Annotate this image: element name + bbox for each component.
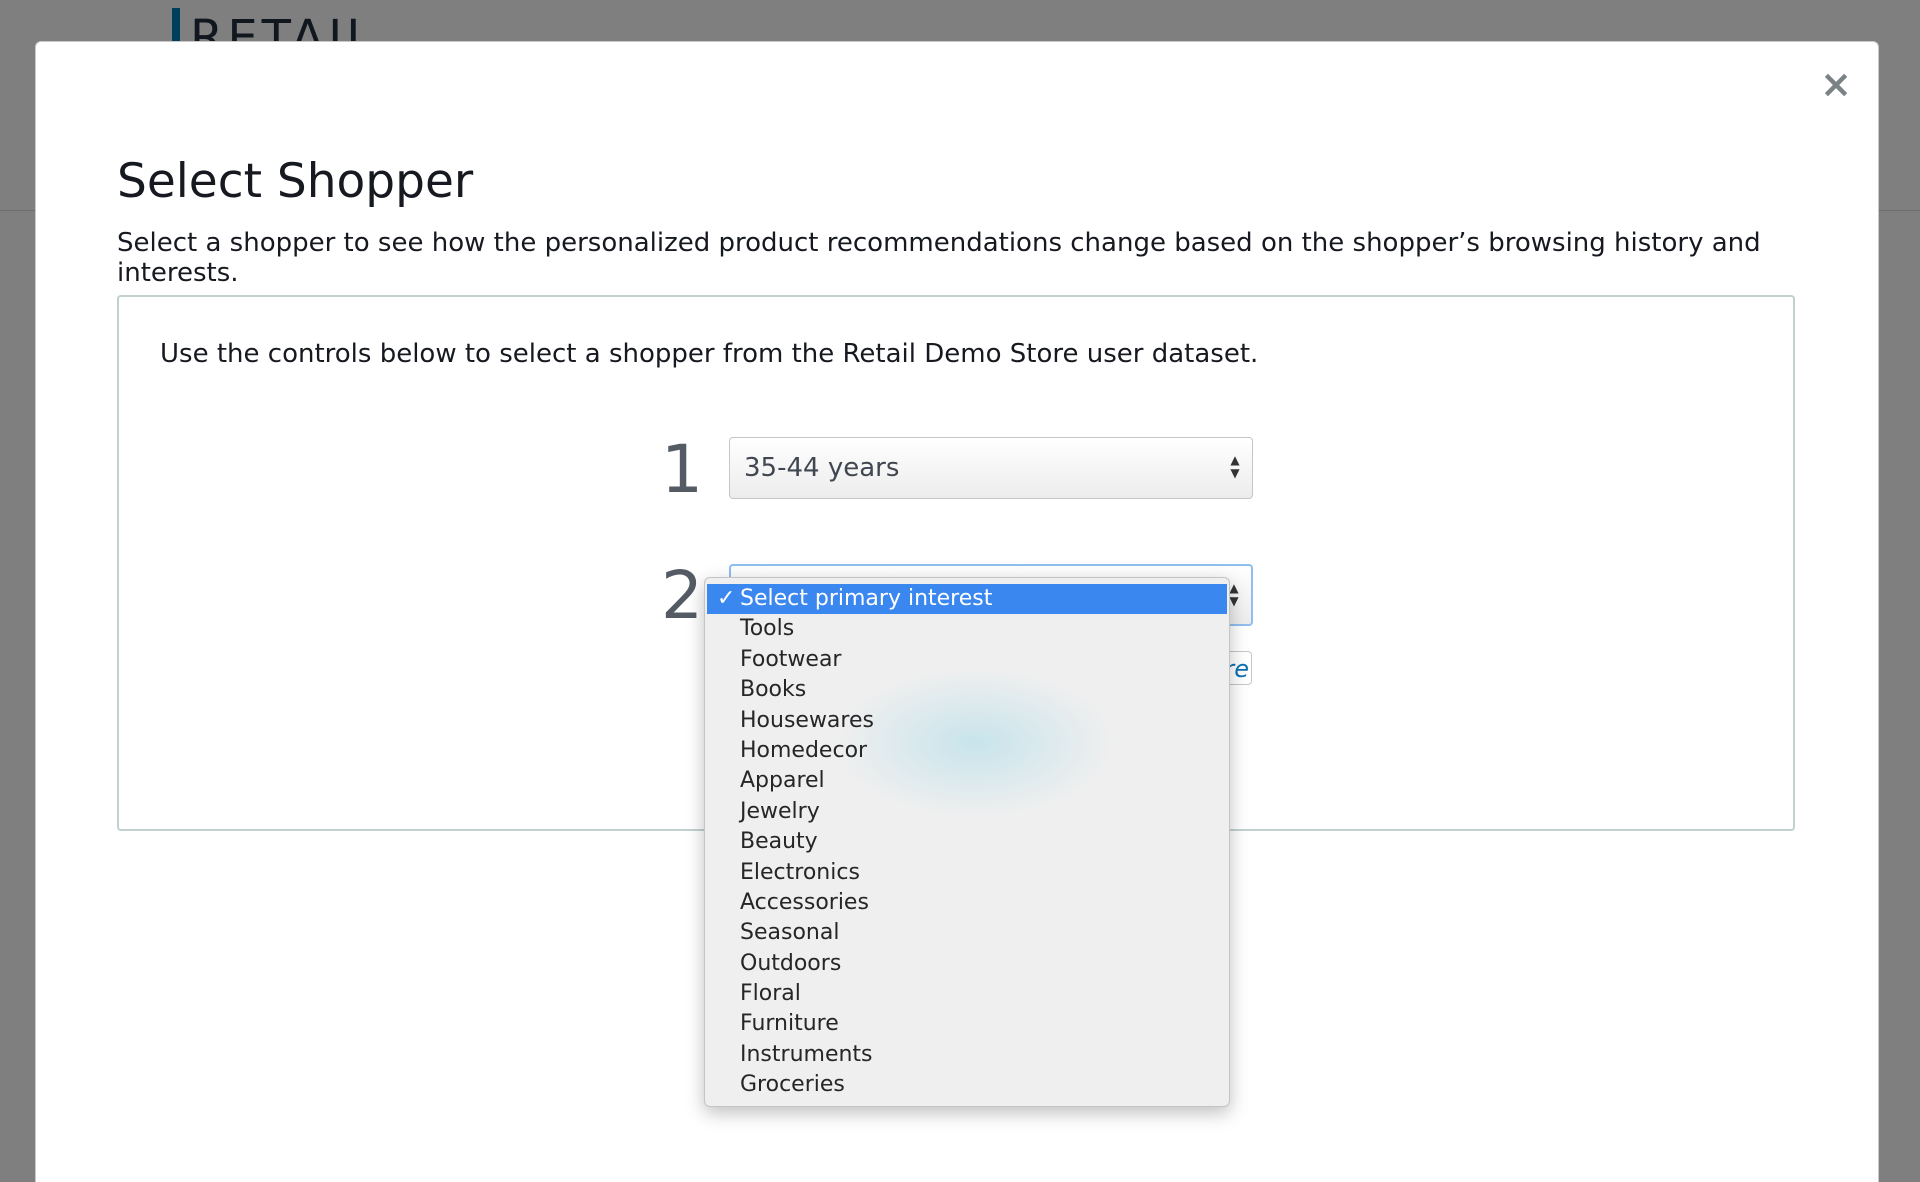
dropdown-option[interactable]: Seasonal xyxy=(705,918,1229,948)
dropdown-option[interactable]: Jewelry xyxy=(705,797,1229,827)
age-range-select[interactable]: 35-44 years ▲ ▼ xyxy=(729,437,1253,499)
dropdown-option-label: Furniture xyxy=(740,1011,839,1037)
dropdown-option[interactable]: Housewares xyxy=(705,706,1229,736)
dropdown-option[interactable]: Apparel xyxy=(705,766,1229,796)
dropdown-option-label: Instruments xyxy=(740,1041,873,1067)
dropdown-option-label: Select primary interest xyxy=(740,586,993,611)
dropdown-option-label: Footwear xyxy=(740,646,842,672)
panel-intro: Use the controls below to select a shopp… xyxy=(160,339,1259,369)
dropdown-option-label: Floral xyxy=(740,981,801,1007)
dropdown-option[interactable]: Instruments xyxy=(705,1040,1229,1070)
dropdown-option-label: Apparel xyxy=(740,768,825,794)
dropdown-option-label: Books xyxy=(740,677,807,703)
checkmark-icon: ✓ xyxy=(717,586,736,611)
dropdown-option[interactable]: Groceries xyxy=(705,1070,1229,1100)
dropdown-option[interactable]: Beauty xyxy=(705,827,1229,857)
modal-subtitle: Select a shopper to see how the personal… xyxy=(117,228,1761,288)
step-2-number: 2 xyxy=(661,557,703,634)
step-1-number: 1 xyxy=(661,431,703,508)
primary-interest-dropdown-list: ✓ Select primary interest Tools Footwear… xyxy=(704,577,1230,1107)
dropdown-option-label: Tools xyxy=(740,616,795,642)
dropdown-option-label: Beauty xyxy=(740,829,818,855)
dropdown-option-label: Jewelry xyxy=(740,798,820,824)
dropdown-option[interactable]: ✓ Select primary interest xyxy=(707,584,1227,615)
close-icon[interactable]: × xyxy=(1820,65,1852,103)
dropdown-option[interactable]: Tools xyxy=(705,614,1229,644)
dropdown-option[interactable]: Footwear xyxy=(705,645,1229,675)
dropdown-option-label: Housewares xyxy=(740,707,874,733)
select-arrows-icon: ▲ ▼ xyxy=(1230,453,1240,480)
dropdown-option[interactable]: Accessories xyxy=(705,888,1229,918)
dropdown-option[interactable]: Furniture xyxy=(705,1009,1229,1039)
dropdown-option-label: Outdoors xyxy=(740,950,842,976)
dropdown-option-label: Homedecor xyxy=(740,737,868,763)
dropdown-option-label: Electronics xyxy=(740,859,860,885)
dropdown-option[interactable]: Floral xyxy=(705,979,1229,1009)
dropdown-option-label: Seasonal xyxy=(740,920,840,946)
dropdown-option[interactable]: Homedecor xyxy=(705,736,1229,766)
dropdown-option[interactable]: Books xyxy=(705,675,1229,705)
dropdown-option[interactable]: Electronics xyxy=(705,858,1229,888)
modal-title: Select Shopper xyxy=(117,154,474,209)
dropdown-option[interactable]: Outdoors xyxy=(705,949,1229,979)
dropdown-option-label: Accessories xyxy=(740,889,869,915)
age-range-value: 35-44 years xyxy=(744,453,900,483)
dropdown-option-label: Groceries xyxy=(740,1072,845,1098)
